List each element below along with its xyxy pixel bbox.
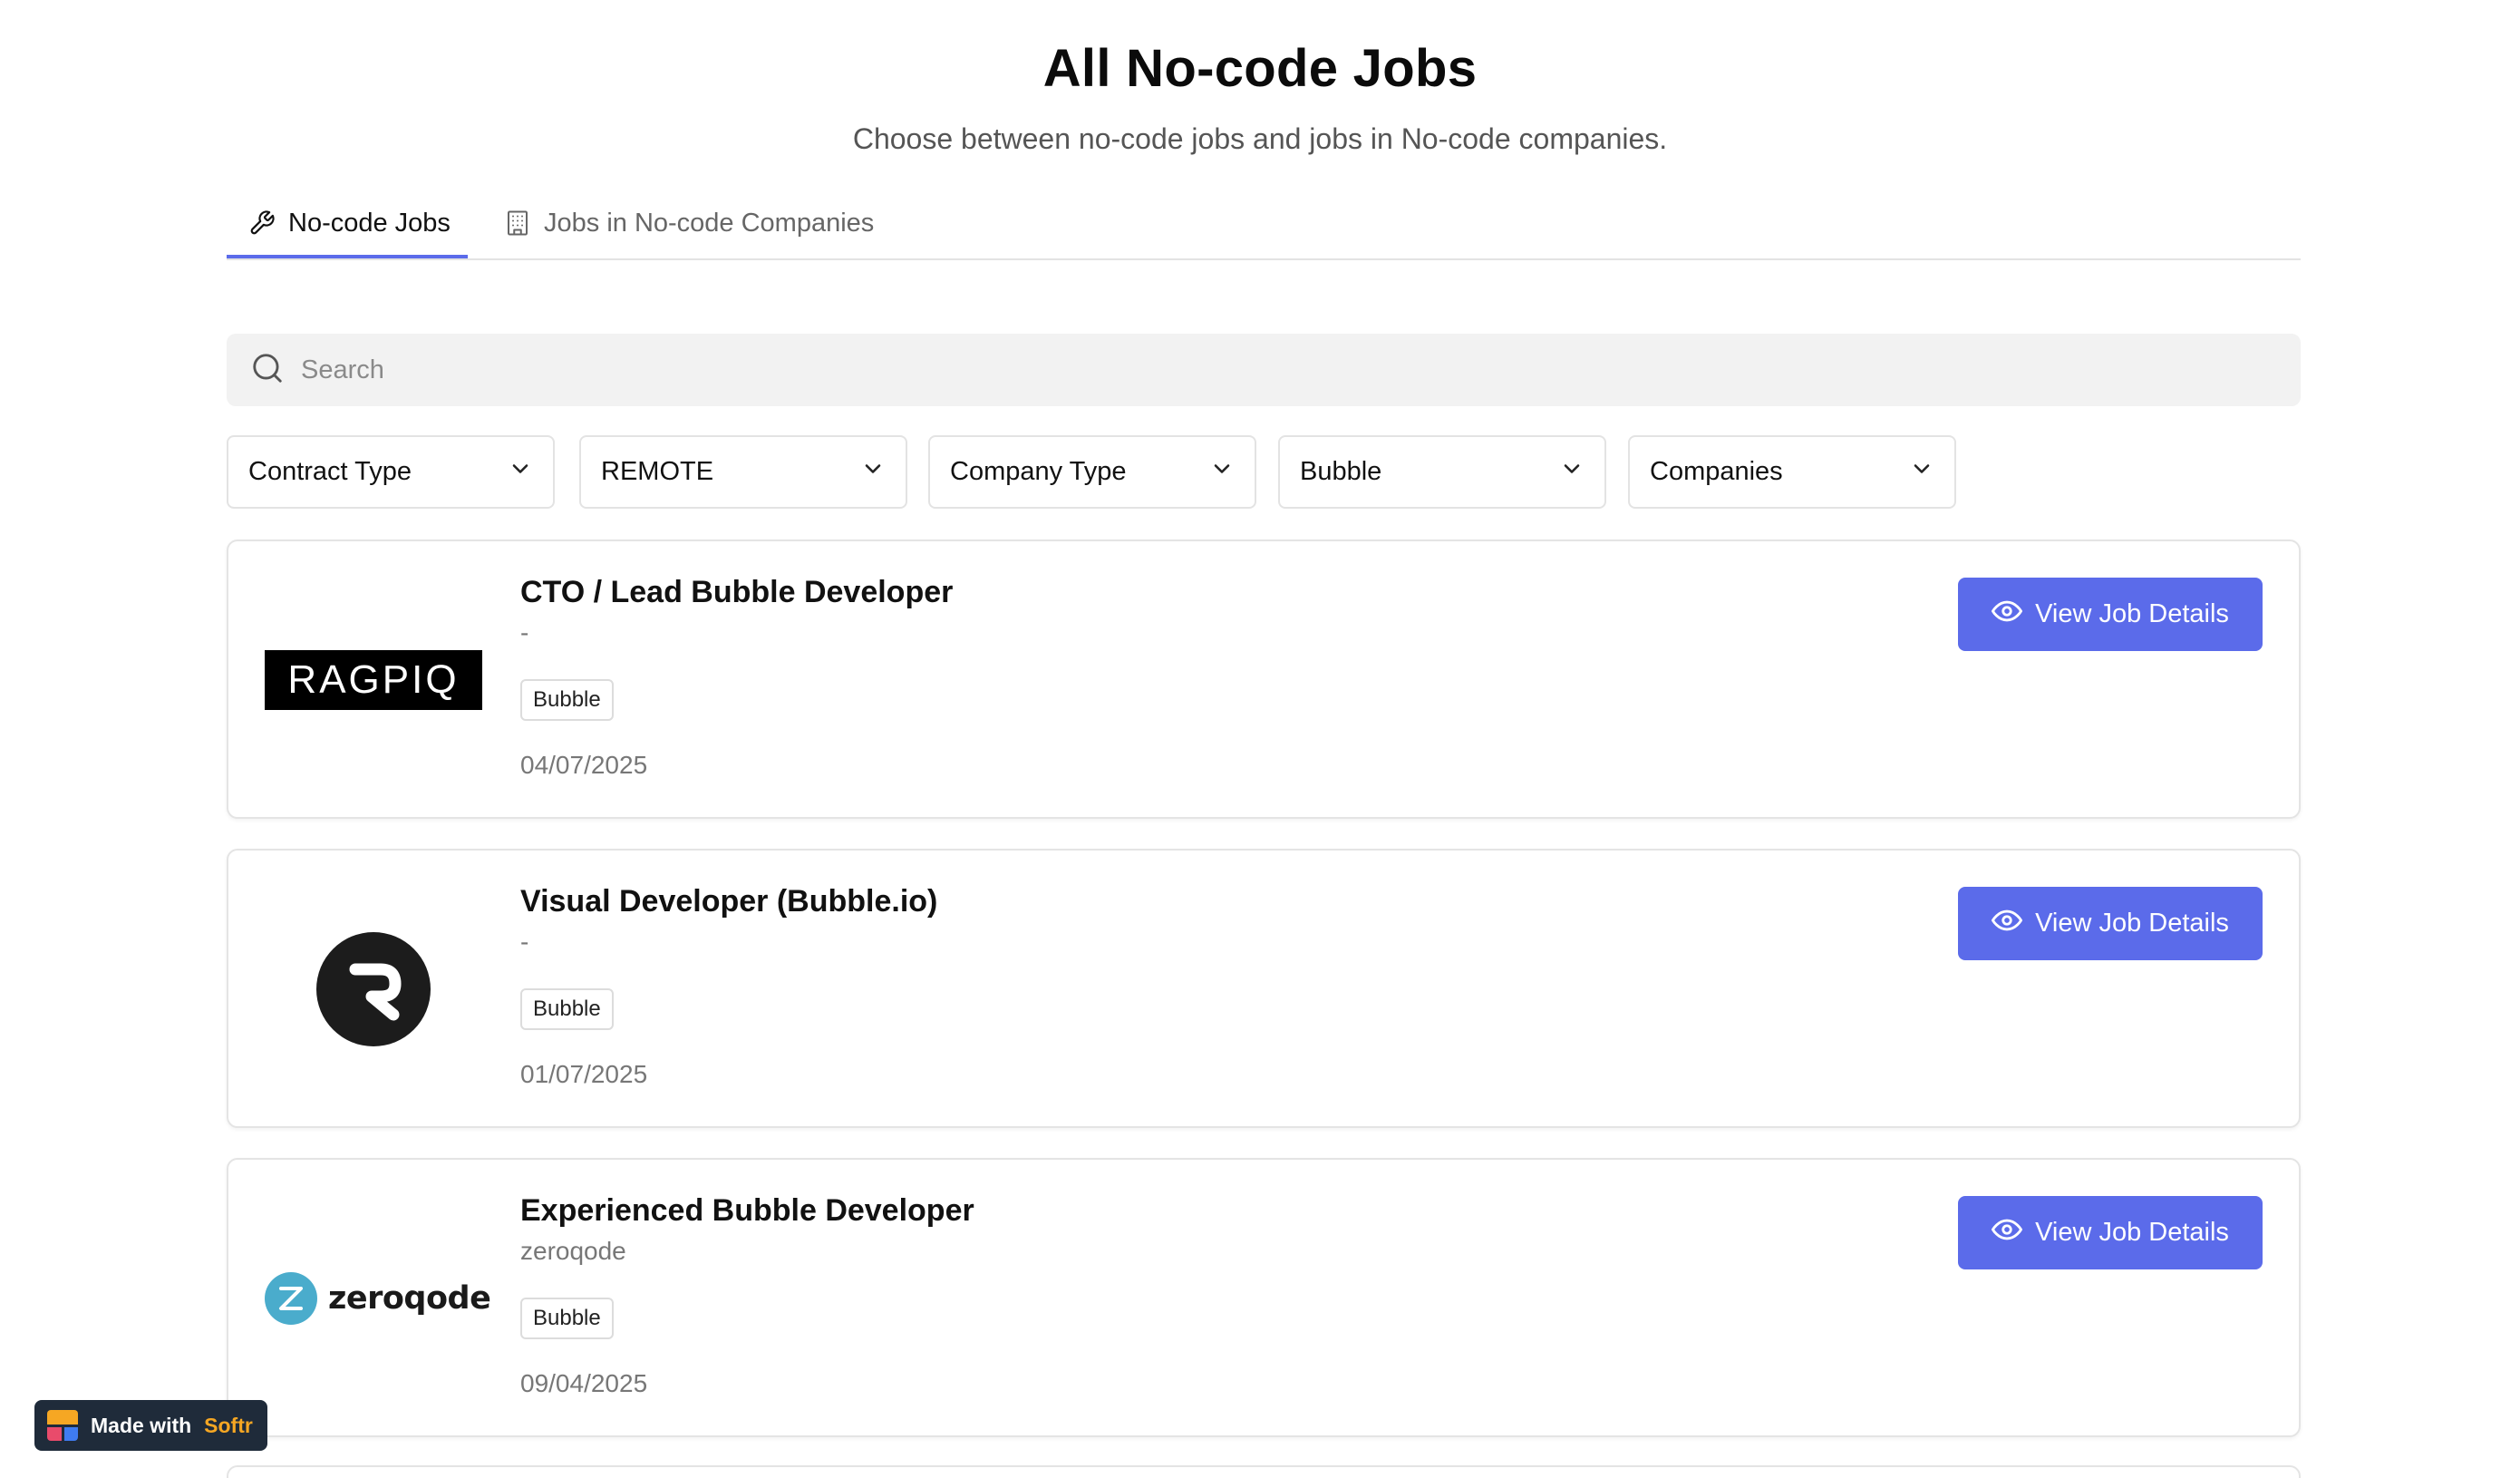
job-tag: Bubble: [520, 1298, 614, 1339]
job-date: 09/04/2025: [520, 1369, 648, 1397]
view-job-details-button[interactable]: View Job Details: [1958, 1196, 2263, 1269]
eye-icon: [1992, 1214, 2023, 1252]
filter-label: Contract Type: [248, 457, 412, 486]
job-tag: Bubble: [520, 988, 614, 1030]
building-icon: [504, 209, 531, 237]
search-bar: [227, 334, 2301, 406]
job-tag: Bubble: [520, 679, 614, 721]
job-title: CTO / Lead Bubble Developer: [520, 575, 954, 609]
filter-remote[interactable]: REMOTE: [579, 435, 907, 509]
chevron-down-icon: [1209, 456, 1235, 489]
chevron-down-icon: [508, 456, 533, 489]
badge-brand: Softr: [204, 1413, 253, 1437]
filter-label: Company Type: [950, 457, 1127, 486]
chevron-down-icon: [1909, 456, 1934, 489]
filter-label: Bubble: [1300, 457, 1382, 486]
job-title: Visual Developer (Bubble.io): [520, 884, 938, 919]
logo-wordmark: RAGPIQ: [287, 656, 460, 702]
job-title: Experienced Bubble Developer: [520, 1193, 974, 1228]
eye-icon: [1992, 905, 2023, 943]
job-date: 04/07/2025: [520, 751, 648, 779]
tab-label: No-code Jobs: [288, 208, 451, 238]
softr-logo-icon: [47, 1410, 78, 1441]
active-tab-indicator: [227, 255, 468, 258]
view-job-details-button[interactable]: View Job Details: [1958, 887, 2263, 960]
wrench-icon: [248, 209, 276, 237]
filter-label: REMOTE: [601, 457, 714, 486]
job-date: 01/07/2025: [520, 1060, 648, 1088]
page-header: All No-code Jobs Choose between no-code …: [0, 34, 2520, 158]
tab-jobs-in-no-code-companies[interactable]: Jobs in No-code Companies: [504, 186, 874, 260]
filter-bubble[interactable]: Bubble: [1278, 435, 1606, 509]
badge-text: Made with: [91, 1413, 192, 1437]
job-card[interactable]: RAGPIQ CTO / Lead Bubble Developer - Bub…: [227, 540, 2301, 819]
company-logo: zeroqode: [265, 1223, 491, 1373]
made-with-softr-badge[interactable]: Made with Softr: [34, 1400, 267, 1451]
view-job-details-button[interactable]: View Job Details: [1958, 578, 2263, 651]
page-subtitle: Choose between no-code jobs and jobs in …: [852, 122, 1668, 155]
search-icon: [250, 351, 285, 390]
filter-companies[interactable]: Companies: [1628, 435, 1956, 509]
job-company: zeroqode: [520, 1237, 626, 1265]
job-company: -: [520, 618, 529, 647]
tab-label: Jobs in No-code Companies: [544, 208, 875, 238]
job-card[interactable]: Visual Developer (Bubble.io) - Bubble 01…: [227, 849, 2301, 1128]
filter-label: Companies: [1650, 457, 1783, 486]
tab-bar: No-code Jobs Jobs in No-code Companies: [227, 186, 2301, 260]
search-input[interactable]: [301, 355, 2205, 385]
company-logo: RAGPIQ: [265, 605, 482, 754]
chevron-down-icon: [860, 456, 886, 489]
job-card[interactable]: [227, 1465, 2301, 1478]
logo-wordmark: zeroqode: [328, 1279, 491, 1317]
eye-icon: [1992, 596, 2023, 634]
filter-contract-type[interactable]: Contract Type: [227, 435, 555, 509]
chevron-down-icon: [1559, 456, 1585, 489]
filter-company-type[interactable]: Company Type: [928, 435, 1256, 509]
button-label: View Job Details: [2035, 909, 2229, 938]
page-title: All No-code Jobs: [1042, 39, 1478, 98]
button-label: View Job Details: [2035, 1218, 2229, 1247]
tab-no-code-jobs[interactable]: No-code Jobs: [248, 186, 451, 260]
company-logo: [265, 914, 482, 1064]
job-company: -: [520, 928, 529, 956]
button-label: View Job Details: [2035, 599, 2229, 628]
job-card[interactable]: zeroqode Experienced Bubble Developer ze…: [227, 1158, 2301, 1437]
